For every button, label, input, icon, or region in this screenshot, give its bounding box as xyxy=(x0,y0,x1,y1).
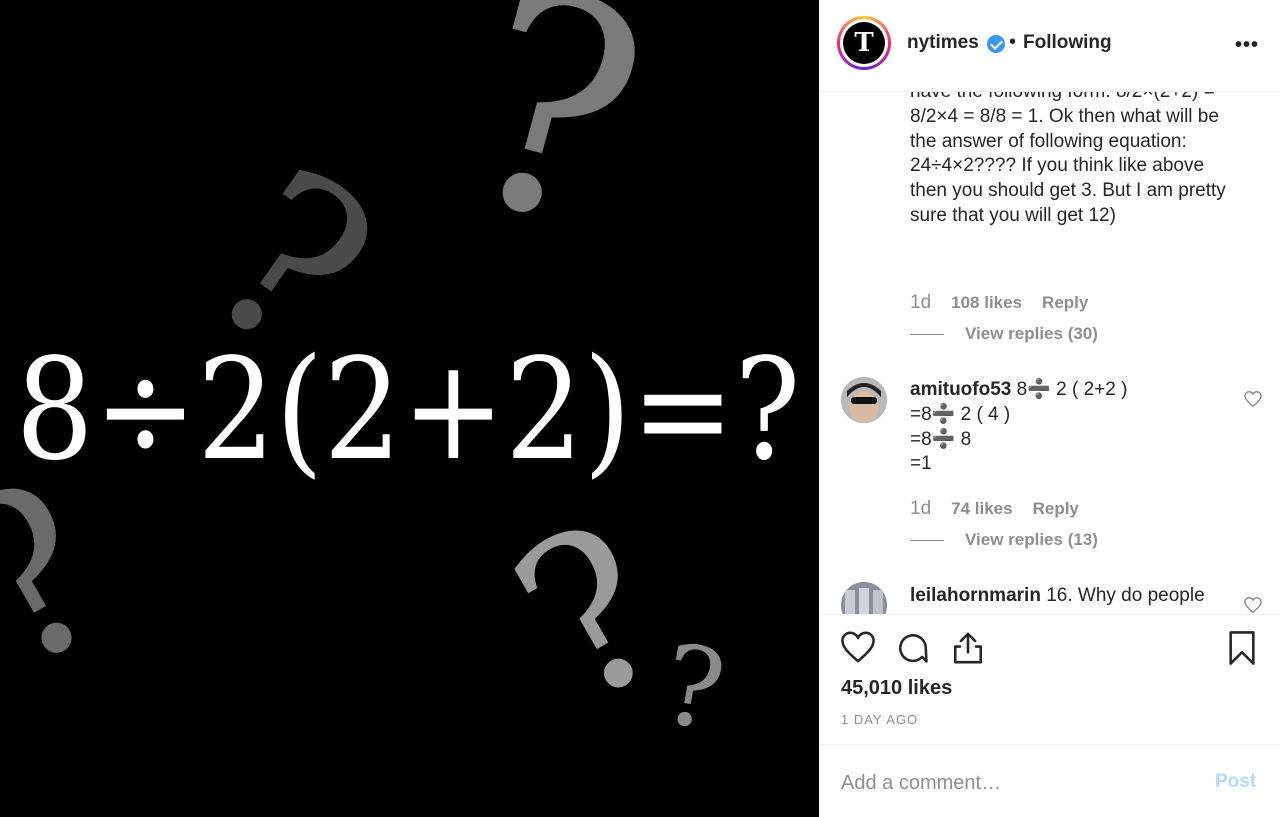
comment-body: amituofo53 8➗ 2 ( 2+2 ) =8➗ 2 ( 4 ) =8➗ … xyxy=(910,378,1230,477)
comment-meta: 1d 108 likes Reply xyxy=(910,292,1088,314)
comment-body: leilahornmarin 16. Why do people xyxy=(910,584,1240,609)
post-header: T nytimes • Following ••• xyxy=(819,0,1280,92)
view-replies-button[interactable]: View replies (13) xyxy=(910,530,1098,550)
post-timestamp[interactable]: 1 DAY AGO xyxy=(841,712,918,727)
nyt-logo-icon: T xyxy=(843,22,885,64)
comment-likes[interactable]: 74 likes xyxy=(951,499,1012,518)
view-replies-label: View replies (30) xyxy=(965,324,1098,343)
replies-divider xyxy=(910,334,944,336)
verified-badge-icon xyxy=(987,35,1005,53)
comment-input[interactable] xyxy=(841,769,1181,797)
comment-time[interactable]: 1d xyxy=(910,292,931,313)
separator-dot: • xyxy=(1009,31,1017,53)
comment-likes[interactable]: 108 likes xyxy=(951,293,1022,312)
comment-time[interactable]: 1d xyxy=(910,498,931,519)
math-puzzle-image: ? ? ? ? ? 8÷2(2+2)=? xyxy=(0,0,801,756)
comment-line: 16. Why do people xyxy=(1046,585,1205,606)
post-sidebar: T nytimes • Following ••• have the follo… xyxy=(819,0,1280,817)
comment-line: 8➗ 2 ( 2+2 ) xyxy=(1016,379,1128,400)
post-actions: 45,010 likes 1 DAY AGO xyxy=(819,614,1280,744)
comment-bubble-icon[interactable] xyxy=(896,631,930,665)
username-link[interactable]: nytimes xyxy=(907,32,979,54)
share-icon[interactable] xyxy=(951,631,985,665)
comment-username[interactable]: leilahornmarin xyxy=(910,585,1041,606)
like-heart-icon[interactable] xyxy=(841,631,875,663)
avatar[interactable]: T xyxy=(837,16,891,70)
post-image: ? ? ? ? ? 8÷2(2+2)=? xyxy=(0,0,819,817)
avatar[interactable] xyxy=(841,377,887,423)
like-comment-icon[interactable] xyxy=(1244,597,1262,613)
comment-line: =1 xyxy=(910,453,932,475)
comment-line: =8➗ 8 xyxy=(910,428,972,450)
comments-list[interactable]: have the following form: 8/2×(2+2) = 8/2… xyxy=(819,92,1280,614)
equation-text: 8÷2(2+2)=? xyxy=(16,329,801,492)
replies-divider xyxy=(910,540,944,542)
like-comment-icon[interactable] xyxy=(1244,391,1262,407)
likes-count[interactable]: 45,010 likes xyxy=(841,677,952,700)
reply-button[interactable]: Reply xyxy=(1042,293,1088,312)
comment-line: =8➗ 2 ( 4 ) xyxy=(910,403,1011,425)
comment-text: have the following form: 8/2×(2+2) = 8/2… xyxy=(910,92,1226,226)
more-options-icon[interactable]: ••• xyxy=(1235,34,1259,57)
comment-meta: 1d 74 likes Reply xyxy=(910,498,1079,520)
comment-form: Post xyxy=(819,744,1280,817)
reply-button[interactable]: Reply xyxy=(1033,499,1079,518)
question-mark-decoration: ? xyxy=(430,0,676,299)
view-replies-button[interactable]: View replies (30) xyxy=(910,324,1098,344)
view-replies-label: View replies (13) xyxy=(965,530,1098,549)
avatar[interactable] xyxy=(841,582,887,614)
bookmark-icon[interactable] xyxy=(1227,631,1257,665)
post-button[interactable]: Post xyxy=(1215,771,1256,793)
following-button[interactable]: Following xyxy=(1023,32,1112,54)
comment-username[interactable]: amituofo53 xyxy=(910,379,1011,400)
